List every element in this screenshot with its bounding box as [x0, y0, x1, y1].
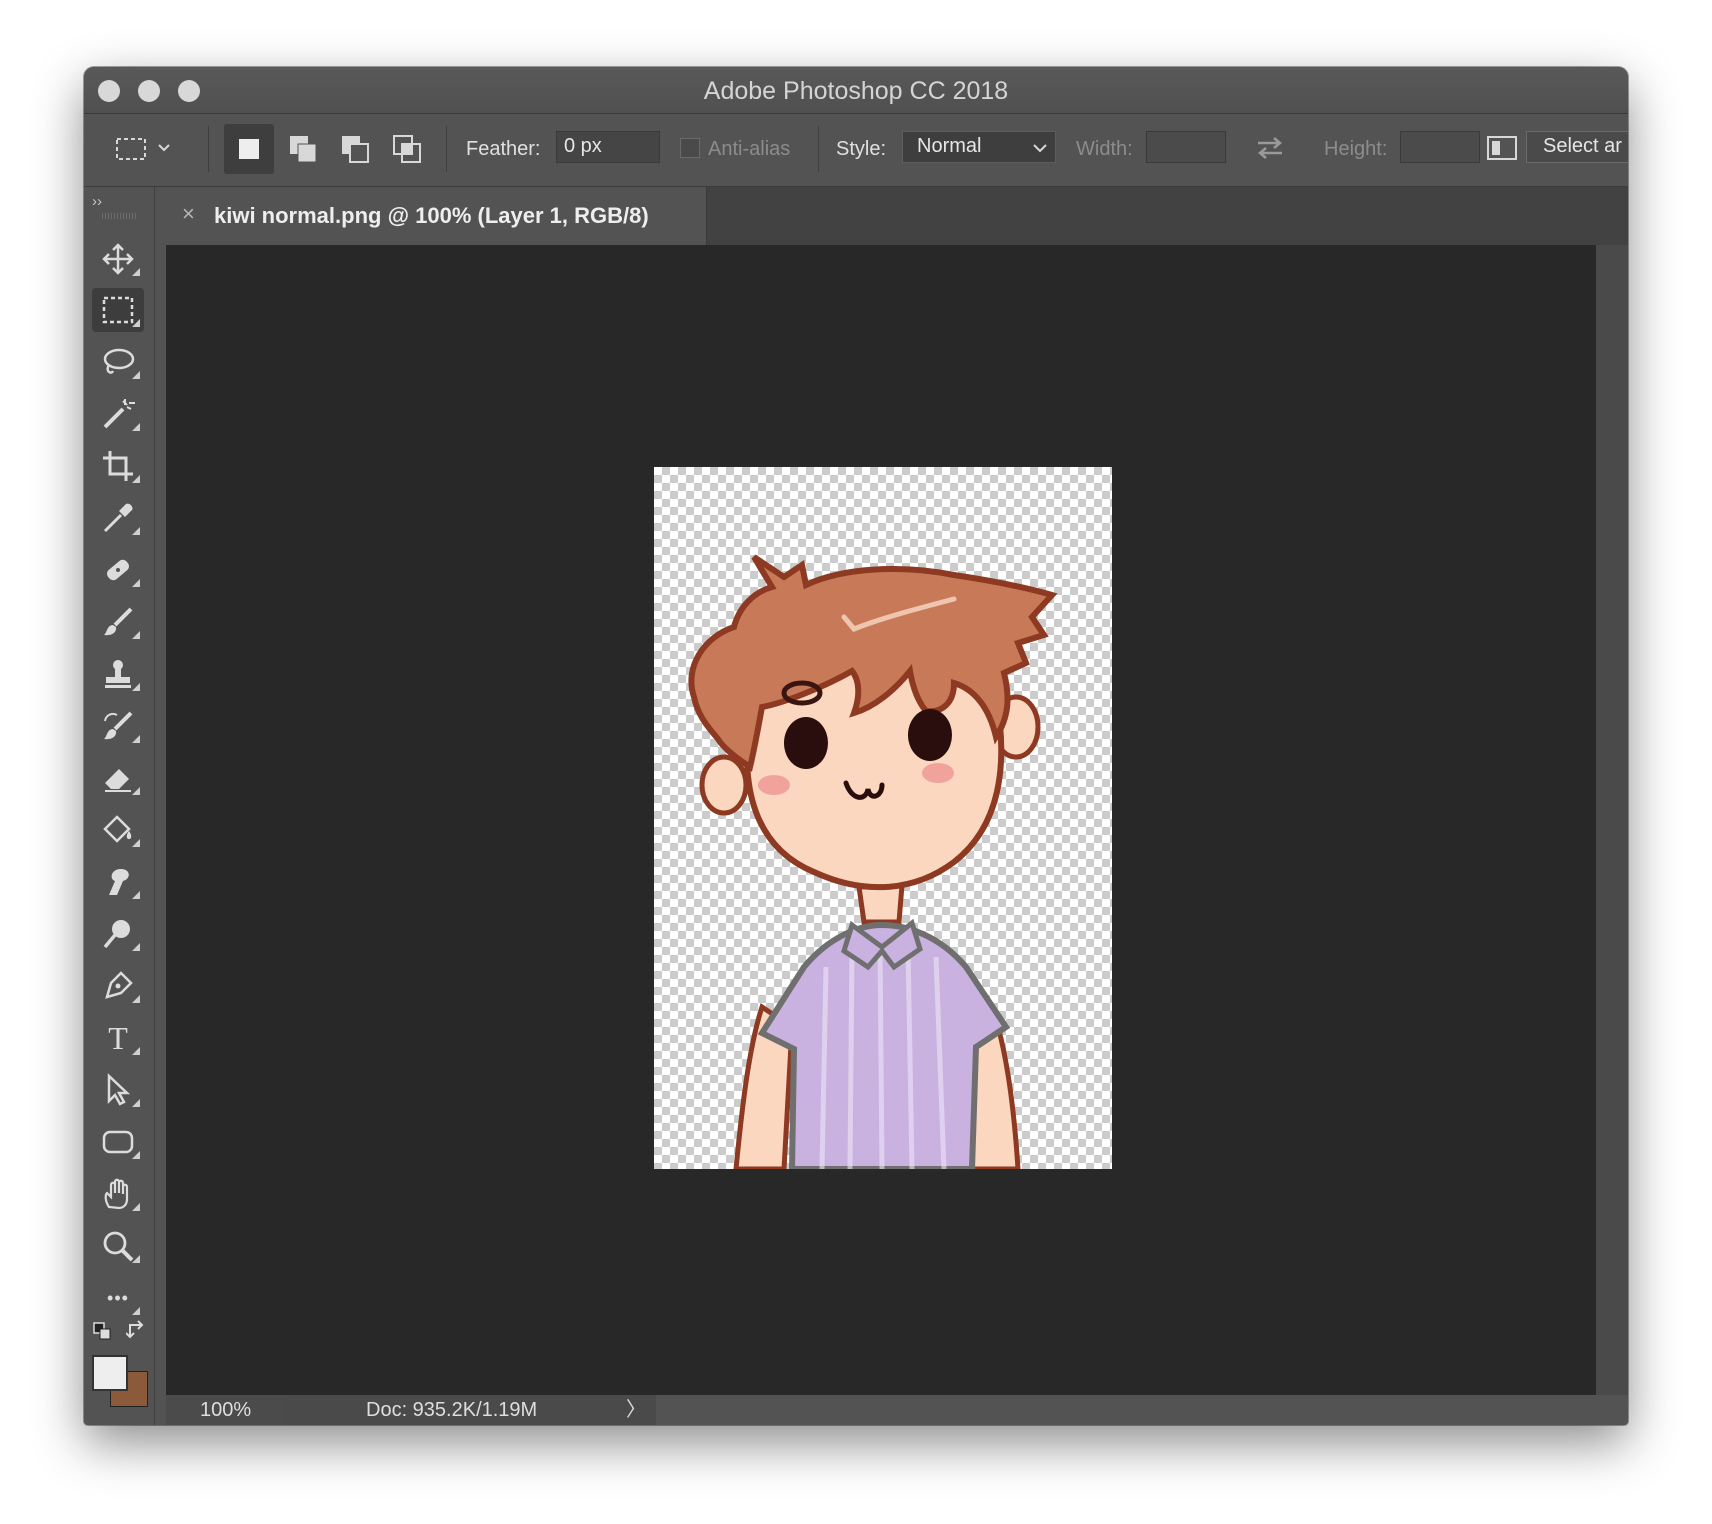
zoom-tool[interactable]: [92, 1224, 144, 1268]
height-label: Height:: [1324, 138, 1388, 160]
canvas-area[interactable]: [166, 245, 1596, 1395]
swap-colors-icon[interactable]: [126, 1319, 148, 1341]
dodge-icon: [103, 920, 130, 949]
move-icon: [102, 243, 134, 275]
magic-wand-tool[interactable]: [92, 392, 144, 436]
document-info[interactable]: Doc: 935.2K/1.19M 〉: [286, 1395, 656, 1425]
arrow-cursor-icon: [107, 1073, 131, 1106]
spot-healing-brush-tool[interactable]: [92, 548, 144, 592]
type-tool[interactable]: T: [92, 1016, 144, 1060]
width-label: Width:: [1076, 138, 1133, 160]
smudge-tool[interactable]: [92, 860, 144, 904]
zoom-icon: [103, 1231, 134, 1262]
options-bar: Feather: 0 px Anti-alias Style: Normal W…: [84, 114, 1628, 187]
style-value: Normal: [917, 135, 982, 157]
tool-preset-picker[interactable]: [102, 128, 182, 168]
rectangle-tool[interactable]: [92, 1120, 144, 1164]
brush-icon: [104, 607, 133, 636]
style-dropdown[interactable]: Normal: [902, 131, 1056, 163]
move-tool[interactable]: [92, 237, 144, 281]
vertical-scrollbar[interactable]: [1596, 245, 1628, 1395]
paint-bucket-icon: [103, 815, 132, 843]
toolbox: ›› T •••: [84, 187, 155, 1425]
width-input[interactable]: [1146, 131, 1226, 163]
history-brush-icon: [104, 711, 133, 740]
feather-label: Feather:: [466, 138, 541, 160]
eraser-icon: [105, 769, 131, 792]
intersect-selection-button[interactable]: [382, 124, 432, 174]
color-swatch-controls: [92, 1317, 144, 1347]
add-selection-icon: [290, 136, 317, 163]
chevron-down-icon: [1033, 144, 1047, 153]
document-tab-title: kiwi normal.png @ 100% (Layer 1, RGB/8): [214, 203, 649, 228]
crop-icon: [103, 451, 133, 481]
marquee-preset-icon: [116, 138, 170, 160]
refine-edge-icon-button[interactable]: [1484, 130, 1520, 166]
default-colors-icon[interactable]: [92, 1321, 112, 1341]
smudge-icon: [109, 869, 129, 895]
height-input[interactable]: [1400, 131, 1480, 163]
brush-tool[interactable]: [92, 600, 144, 644]
style-label: Style:: [836, 138, 887, 160]
document-tab[interactable]: × kiwi normal.png @ 100% (Layer 1, RGB/8…: [166, 187, 707, 245]
collapse-toolbox-button[interactable]: ››: [92, 193, 102, 210]
kiwi-character-illustration: [688, 554, 1058, 1169]
stamp-icon: [105, 660, 131, 688]
path-selection-tool[interactable]: [92, 1068, 144, 1112]
status-menu-arrow[interactable]: 〉: [626, 1395, 646, 1425]
subtract-selection-icon: [342, 136, 369, 163]
close-tab-icon[interactable]: ×: [182, 201, 195, 227]
anti-alias-label: Anti-alias: [708, 138, 791, 160]
paint-bucket-tool[interactable]: [92, 808, 144, 852]
new-selection-icon: [239, 139, 259, 159]
lasso-tool[interactable]: [92, 340, 144, 384]
anti-alias-checkbox[interactable]: [680, 138, 700, 158]
swap-width-height-button[interactable]: [1250, 130, 1290, 166]
document-canvas[interactable]: [654, 467, 1112, 1169]
subtract-from-selection-button[interactable]: [330, 124, 380, 174]
dodge-tool[interactable]: [92, 912, 144, 956]
magic-wand-icon: [103, 399, 135, 429]
add-to-selection-button[interactable]: [278, 124, 328, 174]
title-bar: Adobe Photoshop CC 2018: [84, 67, 1628, 114]
edit-toolbar-button[interactable]: •••: [92, 1276, 144, 1320]
zoom-level-field[interactable]: 100%: [166, 1395, 286, 1425]
intersect-selection-icon: [393, 135, 421, 163]
foreground-color-swatch[interactable]: [92, 1355, 128, 1391]
eraser-tool[interactable]: [92, 756, 144, 800]
hand-icon: [104, 1178, 129, 1210]
clone-stamp-tool[interactable]: [92, 652, 144, 696]
eyedropper-tool[interactable]: [92, 496, 144, 540]
rectangular-marquee-tool[interactable]: [92, 288, 144, 332]
new-selection-button[interactable]: [224, 124, 274, 174]
bandage-icon: [106, 559, 130, 581]
pen-icon: [105, 971, 133, 999]
eyedropper-icon: [103, 503, 133, 533]
toolbox-grip[interactable]: [102, 213, 138, 219]
marquee-icon: [102, 296, 134, 324]
lasso-icon: [103, 348, 135, 374]
swap-arrows-icon: [1258, 137, 1282, 159]
rounded-rectangle-icon: [102, 1130, 134, 1154]
photoshop-window: Adobe Photoshop CC 2018 Feather: 0 px An…: [84, 67, 1628, 1425]
select-and-mask-button[interactable]: Select ar: [1526, 131, 1628, 163]
crop-tool[interactable]: [92, 444, 144, 488]
select-mask-icon: [1487, 136, 1517, 160]
feather-input[interactable]: 0 px: [556, 131, 660, 163]
pen-tool[interactable]: [92, 964, 144, 1008]
document-size: Doc: 935.2K/1.19M: [366, 1399, 538, 1421]
history-brush-tool[interactable]: [92, 704, 144, 748]
document-tab-bar: × kiwi normal.png @ 100% (Layer 1, RGB/8…: [166, 187, 1628, 245]
hand-tool[interactable]: [92, 1172, 144, 1216]
window-title: Adobe Photoshop CC 2018: [703, 77, 1009, 105]
status-bar: 100% Doc: 935.2K/1.19M 〉: [166, 1395, 1628, 1425]
